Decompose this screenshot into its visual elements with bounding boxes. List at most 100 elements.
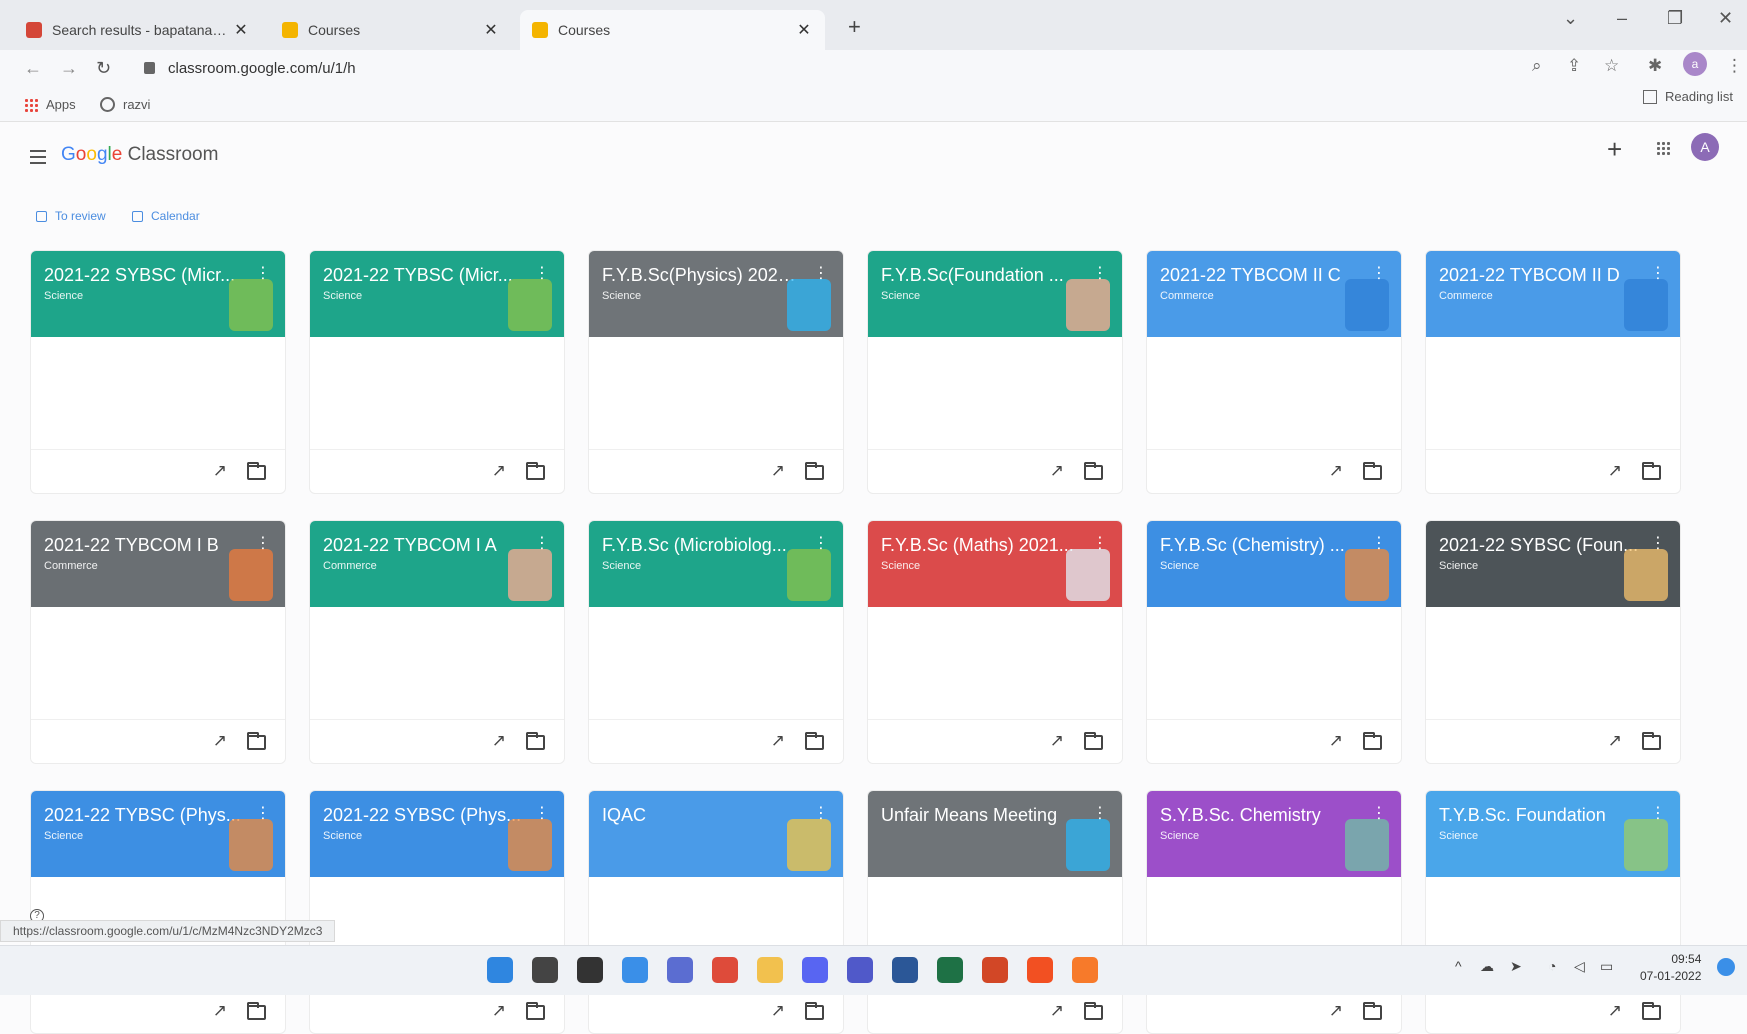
minimize-icon[interactable]: – xyxy=(1617,8,1627,29)
excel-icon[interactable] xyxy=(937,957,963,983)
course-title[interactable]: S.Y.B.Sc. Chemistry xyxy=(1160,805,1360,826)
course-card[interactable]: 2021-22 TYBCOM II C Commerce ⋮ ↗ xyxy=(1146,250,1402,494)
reading-list-button[interactable]: Reading list xyxy=(1643,89,1733,104)
trending-up-icon[interactable]: ↗ xyxy=(213,461,227,481)
course-card[interactable]: 2021-22 TYBCOM II D Commerce ⋮ ↗ xyxy=(1425,250,1681,494)
course-banner[interactable]: F.Y.B.Sc(Foundation ... Science ⋮ xyxy=(868,251,1122,337)
course-card[interactable]: 2021-22 SYBSC (Foun... Science ⋮ ↗ xyxy=(1425,520,1681,764)
search-icon[interactable] xyxy=(532,957,558,983)
folder-icon[interactable] xyxy=(1084,732,1103,750)
folder-icon[interactable] xyxy=(247,462,266,480)
course-title[interactable]: 2021-22 TYBCOM I A xyxy=(323,535,523,556)
course-card[interactable]: F.Y.B.Sc (Microbiolog... Science ⋮ ↗ xyxy=(588,520,844,764)
course-title[interactable]: 2021-22 SYBSC (Foun... xyxy=(1439,535,1639,556)
tab-gmail-search[interactable]: Search results - bapatanaghad ✕ xyxy=(14,10,262,50)
course-banner[interactable]: 2021-22 TYBCOM I B Commerce ⋮ xyxy=(31,521,285,607)
address-bar[interactable]: classroom.google.com/u/1/h xyxy=(168,60,356,77)
course-title[interactable]: 2021-22 TYBCOM II C xyxy=(1160,265,1360,286)
folder-icon[interactable] xyxy=(1363,1002,1382,1020)
trending-up-icon[interactable]: ↗ xyxy=(1050,461,1064,481)
folder-icon[interactable] xyxy=(1642,732,1661,750)
word-icon[interactable] xyxy=(892,957,918,983)
tray-overflow-icon[interactable]: ^ xyxy=(1455,958,1462,974)
widgets-icon[interactable] xyxy=(622,957,648,983)
google-classroom-logo[interactable]: Google Classroom xyxy=(61,144,218,166)
trending-up-icon[interactable]: ↗ xyxy=(213,1001,227,1021)
course-card[interactable]: T.Y.B.Sc. Foundation Science ⋮ ↗ xyxy=(1425,790,1681,1034)
folder-icon[interactable] xyxy=(805,732,824,750)
course-title[interactable]: 2021-22 SYBSC (Micr... xyxy=(44,265,244,286)
course-title[interactable]: Unfair Means Meeting xyxy=(881,805,1081,826)
course-banner[interactable]: 2021-22 TYBCOM II C Commerce ⋮ xyxy=(1147,251,1401,337)
course-banner[interactable]: 2021-22 SYBSC (Phys... Science ⋮ xyxy=(310,791,564,877)
close-tab-icon[interactable]: ✕ xyxy=(232,20,250,40)
course-title[interactable]: IQAC xyxy=(602,805,802,826)
powerpoint-icon[interactable] xyxy=(982,957,1008,983)
course-banner[interactable]: IQAC ⋮ xyxy=(589,791,843,877)
trending-up-icon[interactable]: ↗ xyxy=(492,731,506,751)
trending-up-icon[interactable]: ↗ xyxy=(1050,731,1064,751)
teams-chat-icon[interactable] xyxy=(667,957,693,983)
account-avatar[interactable]: A xyxy=(1691,133,1719,161)
folder-icon[interactable] xyxy=(1363,462,1382,480)
trending-up-icon[interactable]: ↗ xyxy=(492,461,506,481)
maximize-icon[interactable]: ❐ xyxy=(1667,8,1683,29)
folder-icon[interactable] xyxy=(526,462,545,480)
course-title[interactable]: 2021-22 SYBSC (Phys... xyxy=(323,805,523,826)
course-card[interactable]: F.Y.B.Sc (Chemistry) ... Science ⋮ ↗ xyxy=(1146,520,1402,764)
course-card[interactable]: 2021-22 TYBCOM I B Commerce ⋮ ↗ xyxy=(30,520,286,764)
course-banner[interactable]: F.Y.B.Sc (Microbiolog... Science ⋮ xyxy=(589,521,843,607)
course-card[interactable]: 2021-22 TYBSC (Micr... Science ⋮ ↗ xyxy=(309,250,565,494)
course-banner[interactable]: 2021-22 TYBSC (Phys... Science ⋮ xyxy=(31,791,285,877)
notification-icon[interactable] xyxy=(1717,958,1735,976)
discord-icon[interactable] xyxy=(802,957,828,983)
trending-up-icon[interactable]: ↗ xyxy=(1329,461,1343,481)
course-card[interactable]: F.Y.B.Sc(Foundation ... Science ⋮ ↗ xyxy=(867,250,1123,494)
course-banner[interactable]: 2021-22 TYBCOM II D Commerce ⋮ xyxy=(1426,251,1680,337)
course-title[interactable]: 2021-22 TYBSC (Micr... xyxy=(323,265,523,286)
store-icon[interactable] xyxy=(1027,957,1053,983)
zoom-icon[interactable]: ⌕ xyxy=(1532,56,1542,76)
folder-icon[interactable] xyxy=(805,1002,824,1020)
close-window-icon[interactable]: ✕ xyxy=(1718,8,1733,29)
chrome-icon[interactable] xyxy=(712,957,738,983)
forward-icon[interactable]: → xyxy=(60,58,78,79)
course-banner[interactable]: F.Y.B.Sc(Physics) 2021... Science ⋮ xyxy=(589,251,843,337)
course-banner[interactable]: 2021-22 SYBSC (Micr... Science ⋮ xyxy=(31,251,285,337)
folder-icon[interactable] xyxy=(1642,462,1661,480)
course-card[interactable]: F.Y.B.Sc(Physics) 2021... Science ⋮ ↗ xyxy=(588,250,844,494)
volume-icon[interactable]: ◁ xyxy=(1574,958,1585,975)
folder-icon[interactable] xyxy=(1084,462,1103,480)
battery-icon[interactable]: ▭ xyxy=(1600,958,1613,975)
trending-up-icon[interactable]: ↗ xyxy=(1329,731,1343,751)
course-card[interactable]: IQAC ⋮ ↗ xyxy=(588,790,844,1034)
course-card[interactable]: F.Y.B.Sc (Maths) 2021... Science ⋮ ↗ xyxy=(867,520,1123,764)
location-icon[interactable]: ➤ xyxy=(1510,958,1522,975)
trending-up-icon[interactable]: ↗ xyxy=(771,731,785,751)
close-tab-icon[interactable]: ✕ xyxy=(795,20,813,40)
course-title[interactable]: 2021-22 TYBCOM I B xyxy=(44,535,244,556)
close-tab-icon[interactable]: ✕ xyxy=(482,20,500,40)
course-title[interactable]: F.Y.B.Sc (Chemistry) ... xyxy=(1160,535,1360,556)
file-explorer-icon[interactable] xyxy=(757,957,783,983)
course-title[interactable]: F.Y.B.Sc (Maths) 2021... xyxy=(881,535,1081,556)
trending-up-icon[interactable]: ↗ xyxy=(771,1001,785,1021)
course-banner[interactable]: 2021-22 SYBSC (Foun... Science ⋮ xyxy=(1426,521,1680,607)
folder-icon[interactable] xyxy=(1363,732,1382,750)
bookmark-razvi[interactable]: razvi xyxy=(100,97,150,112)
create-join-class-button[interactable]: + xyxy=(1607,134,1622,165)
course-banner[interactable]: T.Y.B.Sc. Foundation Science ⋮ xyxy=(1426,791,1680,877)
course-banner[interactable]: Unfair Means Meeting ⋮ xyxy=(868,791,1122,877)
google-apps-icon[interactable] xyxy=(1656,141,1671,156)
trending-up-icon[interactable]: ↗ xyxy=(213,731,227,751)
share-icon[interactable]: ⇪ xyxy=(1567,56,1581,76)
trending-up-icon[interactable]: ↗ xyxy=(492,1001,506,1021)
taskbar-clock[interactable]: 09:54 07-01-2022 xyxy=(1640,951,1701,985)
folder-icon[interactable] xyxy=(1642,1002,1661,1020)
course-banner[interactable]: 2021-22 TYBSC (Micr... Science ⋮ xyxy=(310,251,564,337)
trending-up-icon[interactable]: ↗ xyxy=(1608,1001,1622,1021)
browser-menu-icon[interactable]: ⋮ xyxy=(1726,56,1743,76)
main-menu-icon[interactable] xyxy=(30,150,46,168)
course-banner[interactable]: F.Y.B.Sc (Maths) 2021... Science ⋮ xyxy=(868,521,1122,607)
course-title[interactable]: 2021-22 TYBSC (Phys... xyxy=(44,805,244,826)
